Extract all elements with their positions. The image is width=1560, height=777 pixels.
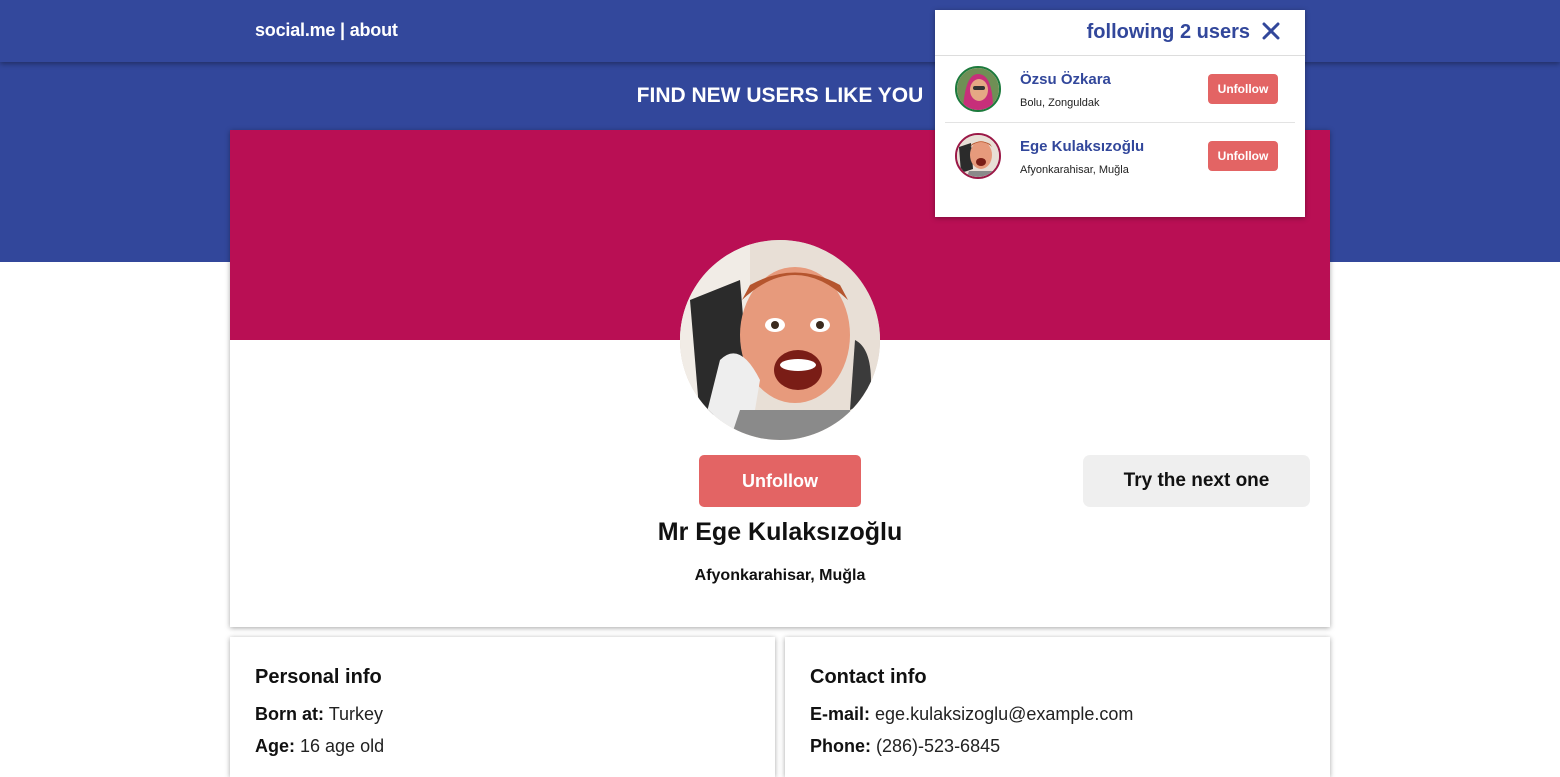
email-value: ege.kulaksizoglu@example.com xyxy=(875,704,1134,724)
unfollow-user-button[interactable]: Unfollow xyxy=(1208,141,1278,171)
following-item: Özsu Özkara Bolu, Zonguldak Unfollow xyxy=(945,56,1295,122)
avatar xyxy=(955,66,1001,112)
following-header: following 2 users xyxy=(935,10,1305,56)
top-navbar: social.me | about xyxy=(0,0,1560,62)
born-label: Born at: xyxy=(255,704,324,724)
age-row: Age: 16 age old xyxy=(255,730,750,762)
born-value: Turkey xyxy=(328,704,384,724)
following-user-name[interactable]: Ege Kulaksızoğlu xyxy=(1020,138,1144,155)
following-user-location: Afyonkarahisar, Muğla xyxy=(1020,164,1129,176)
profile-name: Mr Ege Kulaksızoğlu xyxy=(657,518,903,546)
following-title: following 2 users xyxy=(1086,21,1250,43)
contact-info-title: Contact info xyxy=(810,666,927,688)
phone-row: Phone: (286)-523-6845 xyxy=(810,730,1305,762)
profile-location: Afyonkarahisar, Muğla xyxy=(694,567,866,584)
following-panel: following 2 users Özsu Özkara Bolu, Zong… xyxy=(935,10,1305,217)
born-row: Born at: Turkey xyxy=(255,698,750,730)
personal-info-card: Personal info Born at: Turkey Age: 16 ag… xyxy=(230,637,775,777)
personal-info-title: Personal info xyxy=(255,666,382,688)
nav-brand: social.me | about xyxy=(255,20,398,41)
avatar xyxy=(955,133,1001,179)
unfollow-button[interactable]: Unfollow xyxy=(699,455,861,507)
age-value: 16 age old xyxy=(300,736,385,756)
phone-label: Phone: xyxy=(810,736,871,756)
phone-value: (286)-523-6845 xyxy=(876,736,1001,756)
about-link[interactable]: about xyxy=(350,20,398,40)
page-heading: FIND NEW USERS LIKE YOU xyxy=(636,84,924,107)
following-user-location: Bolu, Zonguldak xyxy=(1020,97,1100,109)
unfollow-user-button[interactable]: Unfollow xyxy=(1208,74,1278,104)
age-label: Age: xyxy=(255,736,295,756)
try-next-button[interactable]: Try the next one xyxy=(1083,455,1310,507)
brand-link[interactable]: social.me xyxy=(255,20,335,40)
contact-info-card: Contact info E-mail: ege.kulaksizoglu@ex… xyxy=(785,637,1330,777)
profile-photo xyxy=(680,240,880,440)
email-row: E-mail: ege.kulaksizoglu@example.com xyxy=(810,698,1305,730)
following-item: Ege Kulaksızoğlu Afyonkarahisar, Muğla U… xyxy=(945,122,1295,188)
close-icon[interactable] xyxy=(1259,19,1283,43)
email-label: E-mail: xyxy=(810,704,871,724)
following-user-name[interactable]: Özsu Özkara xyxy=(1020,71,1111,88)
profile-avatar xyxy=(680,240,880,440)
nav-separator: | xyxy=(335,20,350,40)
